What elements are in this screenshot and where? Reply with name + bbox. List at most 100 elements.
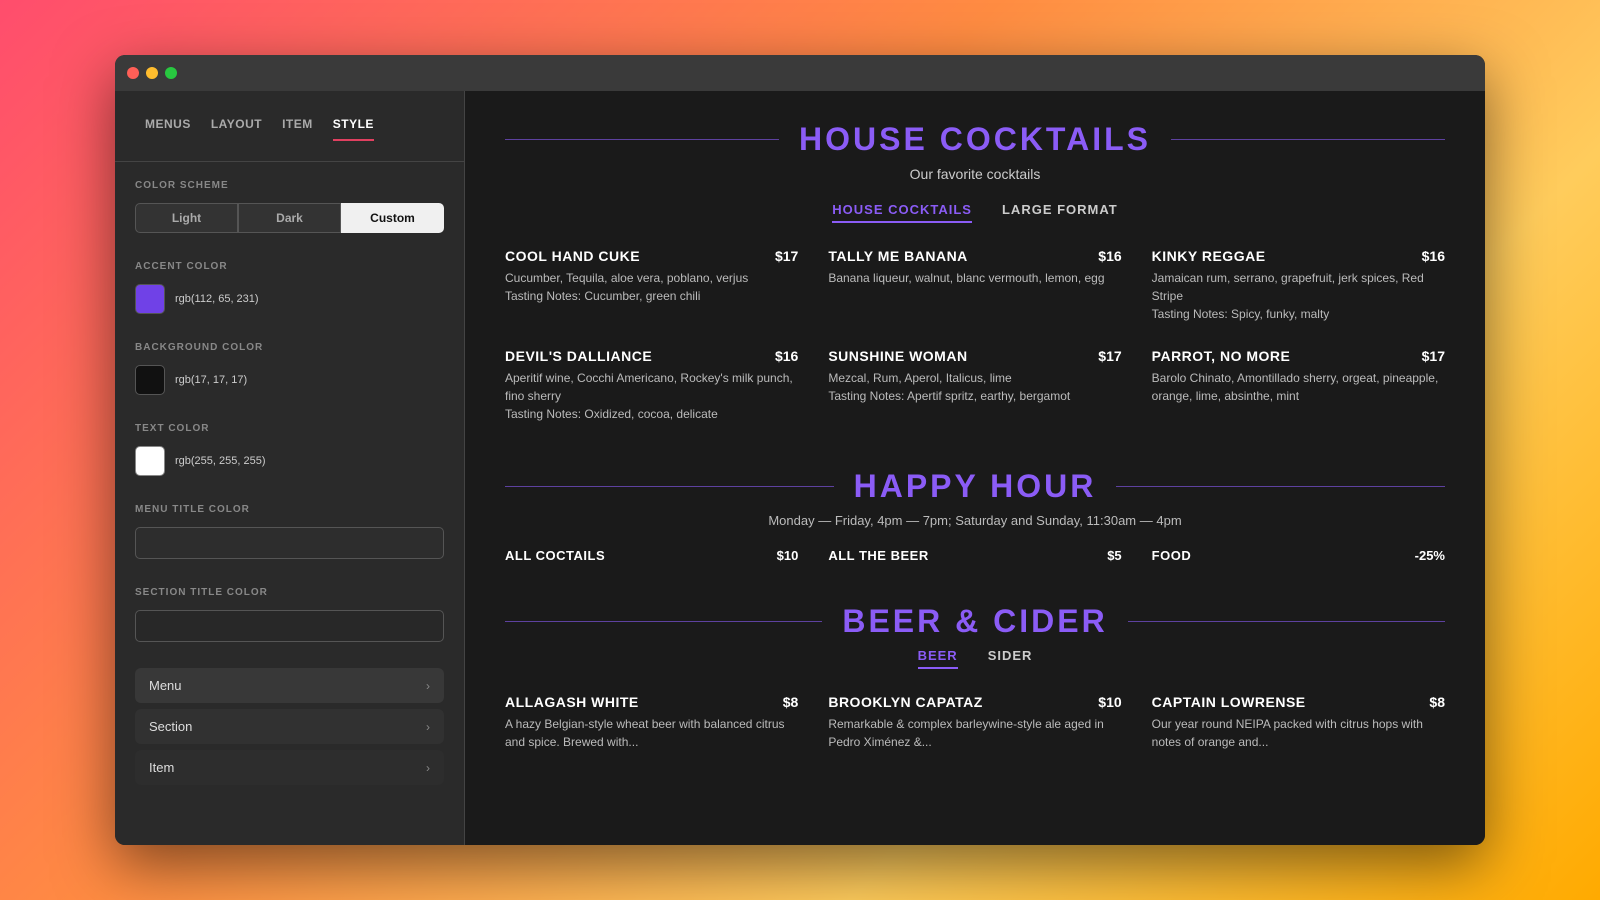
accent-color-value: rgb(112, 65, 231) [175,293,259,305]
title-line-left [505,139,779,140]
text-color-swatch[interactable] [135,446,165,476]
text-color-value: rgb(255, 255, 255) [175,455,266,467]
main-content: HOUSE COCKTAILS Our favorite cocktails H… [465,91,1485,845]
section-title-color-block[interactable] [135,610,444,642]
item-price: $17 [1422,348,1445,364]
section-title-color-label: SECTION TITLE COLOR [135,587,444,598]
app-window: MENUS LAYOUT ITEM STYLE COLOR SCHEME Lig… [115,55,1485,845]
title-line-left [505,621,822,622]
accent-color-label: ACCENT COLOR [135,261,444,272]
menu-title-color-block[interactable] [135,527,444,559]
close-button[interactable] [127,67,139,79]
item-name: CAPTAIN LOWRENSE [1152,694,1306,710]
tree-item-item[interactable]: Item › [135,750,444,785]
section-title-color-section: SECTION TITLE COLOR [115,569,464,652]
item-desc: Aperitif wine, Cocchi Americano, Rockey'… [505,369,798,423]
list-item: BROOKLYN CAPATAZ $10 Remarkable & comple… [828,694,1121,751]
tab-house-cocktails[interactable]: HOUSE COCKTAILS [832,202,972,223]
item-name: PARROT, NO MORE [1152,348,1291,364]
item-desc: A hazy Belgian-style wheat beer with bal… [505,715,798,751]
tab-large-format[interactable]: LARGE FORMAT [1002,202,1118,223]
list-item: SUNSHINE WOMAN $17 Mezcal, Rum, Aperol, … [828,348,1121,423]
minimize-button[interactable] [146,67,158,79]
accent-color-section: ACCENT COLOR rgb(112, 65, 231) [115,243,464,324]
item-header: ALLAGASH WHITE $8 [505,694,798,710]
house-cocktails-subtitle: Our favorite cocktails [505,166,1445,182]
item-price: $17 [1098,348,1121,364]
chevron-right-icon: › [426,761,430,775]
chevron-right-icon: › [426,720,430,734]
item-price: $16 [775,348,798,364]
title-line-right [1128,621,1445,622]
item-name: FOOD [1152,548,1192,563]
item-header: BROOKLYN CAPATAZ $10 [828,694,1121,710]
tab-sider[interactable]: SIDER [988,648,1033,669]
list-item: KINKY REGGAE $16 Jamaican rum, serrano, … [1152,248,1445,323]
menu-title-color-section: MENU TITLE COLOR [115,486,464,569]
beer-tabs: BEER SIDER [505,648,1445,669]
item-price: $16 [1098,248,1121,264]
item-price: $8 [783,694,799,710]
house-cocktails-grid: COOL HAND CUKE $17 Cucumber, Tequila, al… [505,248,1445,428]
list-item: DEVIL'S DALLIANCE $16 Aperitif wine, Coc… [505,348,798,423]
text-color-section: TEXT COLOR rgb(255, 255, 255) [115,405,464,486]
item-name: TALLY ME BANANA [828,248,967,264]
item-name: DEVIL'S DALLIANCE [505,348,652,364]
beer-cider-title-row: BEER & CIDER [505,603,1445,640]
item-desc: Barolo Chinato, Amontillado sherry, orge… [1152,369,1445,405]
color-scheme-buttons: Light Dark Custom [135,203,444,233]
title-line-right [1116,486,1445,487]
scheme-custom-button[interactable]: Custom [341,203,444,233]
tree-item-item-label: Item [149,760,174,775]
text-color-label: TEXT COLOR [135,423,444,434]
happy-hour-subtitle: Monday — Friday, 4pm — 7pm; Saturday and… [505,513,1445,528]
tab-layout[interactable]: LAYOUT [201,111,272,141]
scheme-light-button[interactable]: Light [135,203,238,233]
tab-menus[interactable]: MENUS [135,111,201,141]
background-color-value: rgb(17, 17, 17) [175,374,247,386]
item-header: DEVIL'S DALLIANCE $16 [505,348,798,364]
item-price: $5 [1107,548,1121,563]
list-item: CAPTAIN LOWRENSE $8 Our year round NEIPA… [1152,694,1445,751]
house-cocktails-section: HOUSE COCKTAILS Our favorite cocktails H… [505,121,1445,428]
item-header: SUNSHINE WOMAN $17 [828,348,1121,364]
item-name: ALL THE BEER [828,548,928,563]
tab-beer[interactable]: BEER [918,648,958,669]
list-item: FOOD -25% [1152,548,1445,563]
item-desc: Cucumber, Tequila, aloe vera, poblano, v… [505,269,798,305]
color-scheme-section: COLOR SCHEME Light Dark Custom [115,162,464,243]
tab-style[interactable]: STYLE [323,111,384,141]
happy-hour-title: HAPPY HOUR [834,468,1117,505]
scheme-dark-button[interactable]: Dark [238,203,341,233]
item-price: $10 [777,548,799,563]
maximize-button[interactable] [165,67,177,79]
item-desc: Jamaican rum, serrano, grapefruit, jerk … [1152,269,1445,323]
tree-item-section[interactable]: Section › [135,709,444,744]
item-name: ALLAGASH WHITE [505,694,639,710]
tree-item-menu[interactable]: Menu › [135,668,444,703]
accent-color-swatch[interactable] [135,284,165,314]
accent-color-row: rgb(112, 65, 231) [135,284,444,314]
text-color-row: rgb(255, 255, 255) [135,446,444,476]
item-name: KINKY REGGAE [1152,248,1266,264]
item-price: $10 [1098,694,1121,710]
app-body: MENUS LAYOUT ITEM STYLE COLOR SCHEME Lig… [115,91,1485,845]
color-scheme-label: COLOR SCHEME [135,180,444,191]
list-item: COOL HAND CUKE $17 Cucumber, Tequila, al… [505,248,798,323]
traffic-lights [127,67,177,79]
list-item: ALL COCTAILS $10 [505,548,798,563]
item-name: ALL COCTAILS [505,548,605,563]
background-color-swatch[interactable] [135,365,165,395]
beer-cider-section: BEER & CIDER BEER SIDER ALLAGASH WHITE $… [505,603,1445,756]
house-cocktails-title: HOUSE COCKTAILS [779,121,1171,158]
item-desc: Mezcal, Rum, Aperol, Italicus, limeTasti… [828,369,1121,405]
title-line-left [505,486,834,487]
house-cocktails-title-row: HOUSE COCKTAILS [505,121,1445,158]
tab-item[interactable]: ITEM [272,111,323,141]
title-line-right [1171,139,1445,140]
list-item: TALLY ME BANANA $16 Banana liqueur, waln… [828,248,1121,323]
item-header: CAPTAIN LOWRENSE $8 [1152,694,1445,710]
item-header: PARROT, NO MORE $17 [1152,348,1445,364]
happy-hour-grid: ALL COCTAILS $10 ALL THE BEER $5 FOOD -2… [505,548,1445,563]
item-price: -25% [1415,548,1445,563]
